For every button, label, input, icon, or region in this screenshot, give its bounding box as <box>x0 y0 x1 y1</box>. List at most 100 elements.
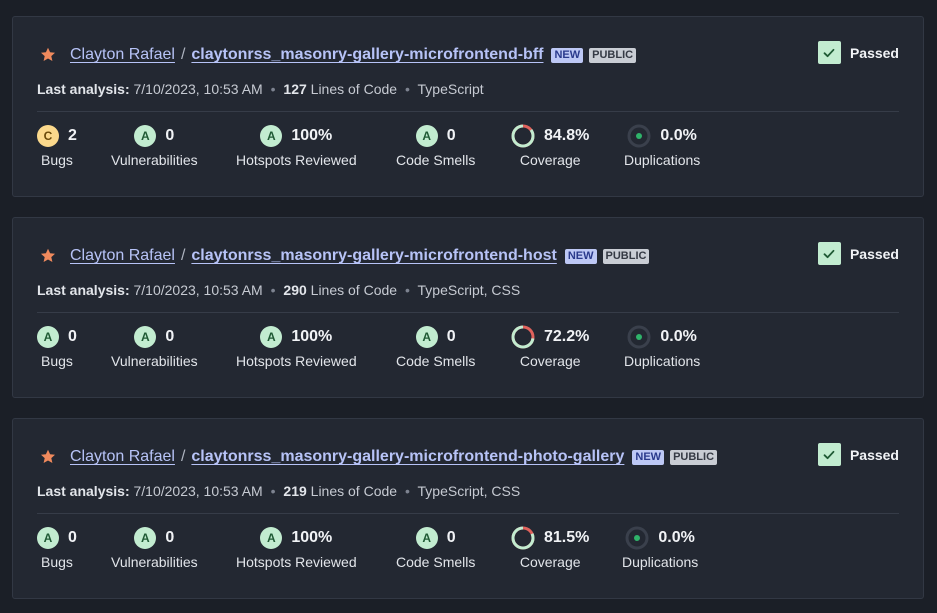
duplications-ring-icon <box>627 325 651 349</box>
repo-link[interactable]: claytonrss_masonry-gallery-microfrontend… <box>191 448 624 466</box>
languages: TypeScript <box>417 81 484 97</box>
metric-value: 0 <box>165 127 175 144</box>
coverage-metric[interactable]: 81.5% Coverage <box>511 526 589 570</box>
quality-gate-status: Passed <box>817 443 899 466</box>
rating-badge: A <box>134 527 157 549</box>
metric-label: Code Smells <box>396 152 476 168</box>
rating-badge: A <box>260 326 283 348</box>
star-icon[interactable] <box>40 47 56 63</box>
org-link[interactable]: Clayton Rafael <box>70 247 175 265</box>
duplications-metric[interactable]: 0.0% Duplications <box>624 325 700 369</box>
metric-label: Bugs <box>40 152 73 168</box>
hotspots-metric[interactable]: A 100% Hotspots Reviewed <box>236 124 357 168</box>
hotspots-metric[interactable]: A 100% Hotspots Reviewed <box>236 526 357 570</box>
metric-value: 0 <box>446 529 456 546</box>
gate-label: Passed <box>849 446 899 463</box>
metric-value: 100% <box>291 328 333 345</box>
metric-value: 100% <box>291 127 333 144</box>
star-icon[interactable] <box>40 248 56 264</box>
vulnerabilities-metric[interactable]: A 0 Vulnerabilities <box>111 325 198 369</box>
metric-value: 100% <box>291 529 333 546</box>
metric-label: Coverage <box>519 353 581 369</box>
check-icon <box>817 41 841 64</box>
metric-value: 0 <box>68 328 77 345</box>
project-card: Clayton Rafael / claytonrss_masonry-gall… <box>12 418 924 599</box>
check-icon <box>817 443 841 466</box>
public-badge: PUBLIC <box>602 248 650 264</box>
repo-link[interactable]: claytonrss_masonry-gallery-microfrontend… <box>191 46 543 64</box>
metric-label: Coverage <box>519 554 581 570</box>
meta-separator: • <box>404 282 410 298</box>
languages: TypeScript, CSS <box>417 483 521 499</box>
vulnerabilities-metric[interactable]: A 0 Vulnerabilities <box>111 526 198 570</box>
public-badge: PUBLIC <box>589 47 637 63</box>
metric-label: Coverage <box>519 152 581 168</box>
metric-label: Duplications <box>624 353 701 369</box>
analysis-meta: Last analysis: 7/10/2023, 10:53 AM • 127… <box>37 81 484 97</box>
analysis-meta: Last analysis: 7/10/2023, 10:53 AM • 219… <box>37 483 520 499</box>
duplications-ring-icon <box>625 526 649 550</box>
languages: TypeScript, CSS <box>417 282 521 298</box>
metric-label: Duplications <box>622 554 699 570</box>
coverage-metric[interactable]: 84.8% Coverage <box>511 124 589 168</box>
hotspots-metric[interactable]: A 100% Hotspots Reviewed <box>236 325 357 369</box>
org-link[interactable]: Clayton Rafael <box>70 448 175 466</box>
loc-count: 290 <box>283 282 307 298</box>
metric-label: Bugs <box>40 554 73 570</box>
last-analysis-date: 7/10/2023, 10:53 AM <box>133 282 263 298</box>
metric-value: 72.2% <box>544 328 590 345</box>
code-smells-metric[interactable]: A 0 Code Smells <box>396 325 475 369</box>
repo-link[interactable]: claytonrss_masonry-gallery-microfrontend… <box>191 247 556 265</box>
metric-label: Code Smells <box>396 554 476 570</box>
project-card: Clayton Rafael / claytonrss_masonry-gall… <box>12 16 924 197</box>
metric-value: 0 <box>165 529 175 546</box>
analysis-meta: Last analysis: 7/10/2023, 10:53 AM • 290… <box>37 282 520 298</box>
metric-value: 0.0% <box>660 127 697 144</box>
project-title-row: Clayton Rafael / claytonrss_masonry-gall… <box>40 447 718 467</box>
rating-badge: C <box>37 125 59 147</box>
last-analysis-date: 7/10/2023, 10:53 AM <box>133 81 263 97</box>
bugs-metric[interactable]: C 2 Bugs <box>37 124 77 168</box>
rating-badge: A <box>134 326 157 348</box>
bugs-metric[interactable]: A 0 Bugs <box>37 526 77 570</box>
duplications-metric[interactable]: 0.0% Duplications <box>622 526 698 570</box>
code-smells-metric[interactable]: A 0 Code Smells <box>396 526 475 570</box>
metric-label: Code Smells <box>396 353 476 369</box>
metric-value: 0.0% <box>658 529 695 546</box>
rating-badge: A <box>37 326 59 348</box>
metric-label: Vulnerabilities <box>111 152 198 168</box>
meta-separator: • <box>404 81 410 97</box>
breadcrumb-separator: / <box>180 247 186 264</box>
last-analysis-label: Last analysis: <box>37 282 130 298</box>
meta-separator: • <box>270 81 276 97</box>
metric-value: 0 <box>68 529 77 546</box>
code-smells-metric[interactable]: A 0 Code Smells <box>396 124 475 168</box>
metric-value: 81.5% <box>544 529 590 546</box>
metric-label: Hotspots Reviewed <box>236 554 357 570</box>
meta-separator: • <box>404 483 410 499</box>
bugs-metric[interactable]: A 0 Bugs <box>37 325 77 369</box>
new-badge: NEW <box>551 47 584 63</box>
gate-label: Passed <box>849 44 899 61</box>
quality-gate-status: Passed <box>817 242 899 265</box>
rating-badge: A <box>415 326 438 348</box>
meta-separator: • <box>270 483 276 499</box>
rating-badge: A <box>415 527 438 549</box>
new-badge: NEW <box>632 449 665 465</box>
divider <box>37 513 899 514</box>
loc-label: Lines of Code <box>310 483 398 499</box>
breadcrumb-separator: / <box>180 448 186 465</box>
vulnerabilities-metric[interactable]: A 0 Vulnerabilities <box>111 124 198 168</box>
duplications-metric[interactable]: 0.0% Duplications <box>624 124 700 168</box>
metric-label: Duplications <box>624 152 701 168</box>
metric-value: 2 <box>68 127 77 144</box>
metric-value: 0.0% <box>660 328 697 345</box>
metric-value: 0 <box>446 127 456 144</box>
metric-label: Bugs <box>40 353 73 369</box>
star-icon[interactable] <box>40 449 56 465</box>
org-link[interactable]: Clayton Rafael <box>70 46 175 64</box>
metric-label: Hotspots Reviewed <box>236 152 357 168</box>
metric-value: 0 <box>446 328 456 345</box>
coverage-metric[interactable]: 72.2% Coverage <box>511 325 589 369</box>
coverage-ring-icon <box>511 526 535 550</box>
